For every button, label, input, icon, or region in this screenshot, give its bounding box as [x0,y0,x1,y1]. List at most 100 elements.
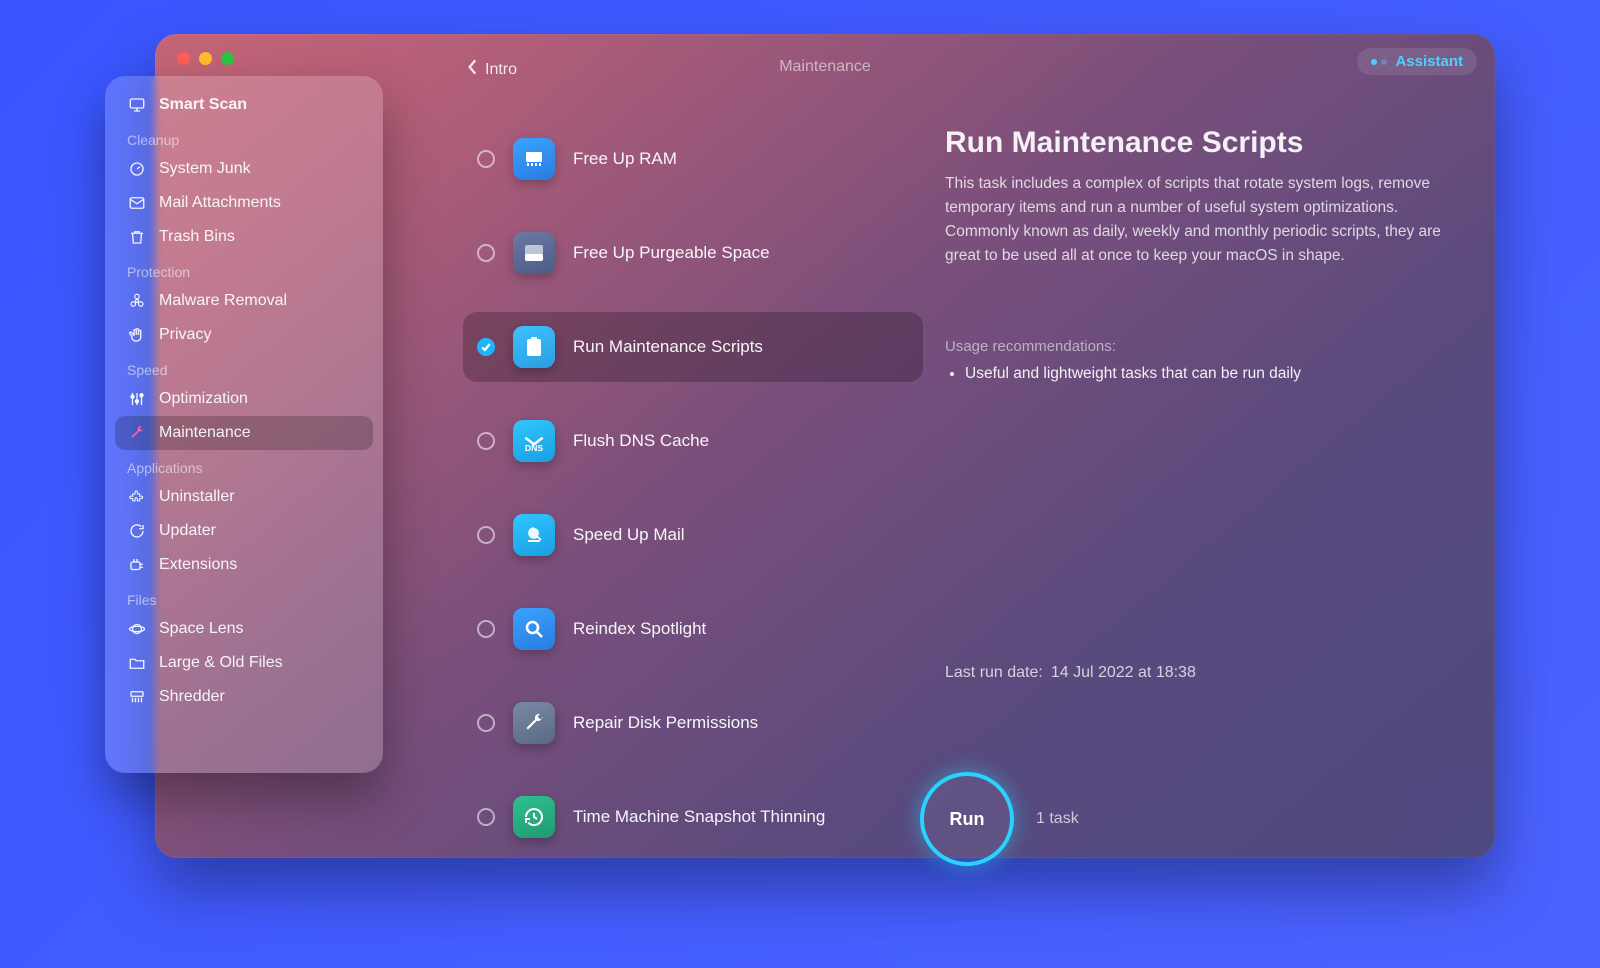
sidebar-item-label: Malware Removal [159,292,287,310]
back-to-intro[interactable]: Intro [467,58,517,81]
task-checkbox[interactable] [477,526,495,544]
sidebar-item-updater[interactable]: Updater [115,514,373,548]
task-checkbox[interactable] [477,338,495,356]
task-checkbox[interactable] [477,714,495,732]
task-flush-dns-cache[interactable]: DNS Flush DNS Cache [463,406,923,476]
task-label: Free Up RAM [573,149,677,169]
sidebar-item-label: Uninstaller [159,488,235,506]
usage-recommendations-label: Usage recommendations: [945,338,1455,355]
sidebar-item-label: Extensions [159,556,237,574]
task-time-machine-thinning[interactable]: Time Machine Snapshot Thinning [463,782,923,852]
sidebar-item-label: Shredder [159,688,225,706]
time-machine-icon [513,796,555,838]
sidebar-item-label: Smart Scan [159,96,247,114]
plugin-icon [127,555,147,575]
task-repair-disk-permissions[interactable]: Repair Disk Permissions [463,688,923,758]
run-button-label: Run [950,809,985,830]
sidebar-item-label: System Junk [159,160,251,178]
disk-icon [513,232,555,274]
hand-icon [127,325,147,345]
back-label: Intro [485,61,517,79]
task-checkbox[interactable] [477,620,495,638]
task-free-up-purgeable-space[interactable]: Free Up Purgeable Space [463,218,923,288]
sidebar-item-shredder[interactable]: Shredder [115,680,373,714]
task-reindex-spotlight[interactable]: Reindex Spotlight [463,594,923,664]
assistant-dots-icon [1371,59,1387,65]
task-checkbox[interactable] [477,244,495,262]
task-label: Speed Up Mail [573,525,685,545]
sidebar-item-privacy[interactable]: Privacy [115,318,373,352]
sidebar-item-label: Mail Attachments [159,194,281,212]
task-speed-up-mail[interactable]: Speed Up Mail [463,500,923,570]
last-run-date: Last run date: 14 Jul 2022 at 18:38 [945,664,1196,682]
close-window-button[interactable] [177,52,190,65]
sidebar-group-cleanup: Cleanup [115,122,373,152]
minimize-window-button[interactable] [199,52,212,65]
planet-icon [127,619,147,639]
sidebar-group-speed: Speed [115,352,373,382]
task-checkbox[interactable] [477,808,495,826]
wrench-icon [127,423,147,443]
sidebar-item-optimization[interactable]: Optimization [115,382,373,416]
sidebar-item-malware-removal[interactable]: Malware Removal [115,284,373,318]
sidebar-item-label: Maintenance [159,424,251,442]
zoom-window-button[interactable] [221,52,234,65]
run-button[interactable]: Run [920,772,1014,866]
trash-icon [127,227,147,247]
stamp-icon [513,514,555,556]
assistant-button[interactable]: Assistant [1357,48,1477,75]
folder-icon [127,653,147,673]
recommendation-item: Useful and lightweight tasks that can be… [965,365,1455,383]
assistant-label: Assistant [1395,53,1463,70]
last-run-value: 14 Jul 2022 at 18:38 [1051,664,1196,682]
task-detail-panel: Run Maintenance Scripts This task includ… [945,126,1455,385]
task-label: Free Up Purgeable Space [573,243,770,263]
maintenance-task-list: Free Up RAM Free Up Purgeable Space Run … [463,124,923,852]
sidebar-item-label: Optimization [159,390,248,408]
sidebar-item-extensions[interactable]: Extensions [115,548,373,582]
gauge-icon [127,159,147,179]
sidebar-item-label: Privacy [159,326,211,344]
wrench-icon [513,702,555,744]
task-label: Reindex Spotlight [573,619,706,639]
sidebar-item-uninstaller[interactable]: Uninstaller [115,480,373,514]
refresh-icon [127,521,147,541]
sidebar-item-label: Space Lens [159,620,244,638]
window-controls [177,52,234,65]
task-checkbox[interactable] [477,432,495,450]
chevron-left-icon [467,58,479,81]
sidebar-item-maintenance[interactable]: Maintenance [115,416,373,450]
sidebar-item-smart-scan[interactable]: Smart Scan [115,88,373,122]
task-label: Run Maintenance Scripts [573,337,763,357]
dns-icon: DNS [513,420,555,462]
sidebar-item-label: Updater [159,522,216,540]
task-label: Repair Disk Permissions [573,713,758,733]
puzzle-icon [127,487,147,507]
sliders-icon [127,389,147,409]
svg-text:DNS: DNS [525,443,544,453]
sidebar-item-label: Large & Old Files [159,654,283,672]
sidebar-group-files: Files [115,582,373,612]
sidebar-item-large-old-files[interactable]: Large & Old Files [115,646,373,680]
sidebar: Smart Scan Cleanup System Junk Mail Atta… [105,76,383,773]
task-label: Flush DNS Cache [573,431,709,451]
sidebar-item-space-lens[interactable]: Space Lens [115,612,373,646]
section-title: Maintenance [779,58,871,76]
run-cluster: Run 1 task [920,772,1079,866]
selected-task-count: 1 task [1036,810,1079,828]
sidebar-item-system-junk[interactable]: System Junk [115,152,373,186]
usage-recommendations-list: Useful and lightweight tasks that can be… [945,365,1455,383]
sidebar-group-protection: Protection [115,254,373,284]
detail-description: This task includes a complex of scripts … [945,172,1455,268]
task-free-up-ram[interactable]: Free Up RAM [463,124,923,194]
sidebar-item-mail-attachments[interactable]: Mail Attachments [115,186,373,220]
envelope-icon [127,193,147,213]
sidebar-item-trash-bins[interactable]: Trash Bins [115,220,373,254]
task-label: Time Machine Snapshot Thinning [573,807,825,827]
monitor-icon [127,95,147,115]
last-run-label: Last run date: [945,664,1043,682]
task-checkbox[interactable] [477,150,495,168]
ram-icon [513,138,555,180]
task-run-maintenance-scripts[interactable]: Run Maintenance Scripts [463,312,923,382]
sidebar-item-label: Trash Bins [159,228,235,246]
